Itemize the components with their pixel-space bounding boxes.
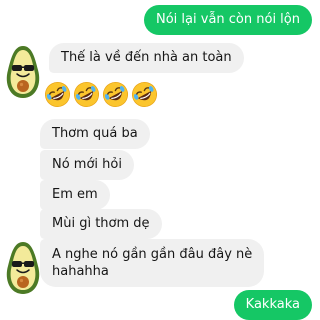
emoji-message[interactable] [44, 81, 158, 108]
message-line: hahahha [52, 264, 109, 279]
message-line: A nghe nó gần gần đâu đây nè [52, 247, 253, 262]
received-message-bubble[interactable]: Mùi gì thơm dẹ [40, 209, 162, 239]
avocado-avatar-icon[interactable] [2, 44, 44, 100]
received-message-bubble[interactable]: Thơm quá ba [40, 119, 150, 149]
rolling-laughing-emoji-icon [44, 81, 71, 108]
sent-message-bubble[interactable]: Kakkaka [233, 290, 312, 320]
rolling-laughing-emoji-icon [102, 81, 129, 108]
rolling-laughing-emoji-icon [73, 81, 100, 108]
received-message-bubble[interactable]: Thế là về đến nhà an toàn [49, 43, 244, 73]
sent-message-bubble[interactable]: Nói lại vẫn còn nói lộn [144, 5, 312, 35]
received-message-bubble[interactable]: Em em [40, 180, 110, 210]
rolling-laughing-emoji-icon [131, 81, 158, 108]
chat-thread: Nói lại vẫn còn nói lộn Thế là về đến nh… [0, 0, 320, 320]
avocado-avatar-icon[interactable] [2, 240, 44, 296]
received-message-bubble[interactable]: Nó mới hỏi [40, 150, 134, 180]
received-message-bubble[interactable]: A nghe nó gần gần đâu đây nè hahahha [40, 239, 265, 287]
